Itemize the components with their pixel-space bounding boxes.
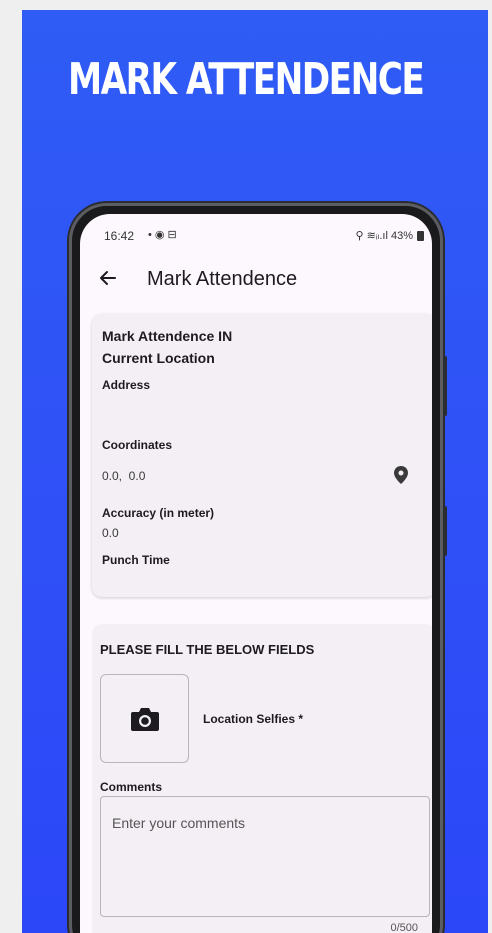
form-heading: PLEASE FILL THE BELOW FIELDS — [100, 642, 315, 657]
selfie-upload-button[interactable] — [100, 674, 189, 763]
app-bar: Mark Attendence — [80, 254, 432, 302]
arrow-left-icon[interactable] — [98, 268, 118, 288]
form-card: PLEASE FILL THE BELOW FIELDS Location Se… — [92, 624, 432, 933]
promo-title: MARK ATTENDENCE — [68, 54, 425, 105]
page-title: Mark Attendence — [147, 268, 298, 290]
status-time: 16:42 — [104, 229, 135, 243]
comments-placeholder: Enter your comments — [112, 815, 246, 831]
coordinates-label: Coordinates — [102, 438, 173, 452]
power-button — [443, 506, 447, 556]
status-signal-text: ⚲ ≋ᵢₗ.ıl 43% — [355, 230, 413, 242]
status-notification-icons: • ◉ ⊟ — [148, 229, 177, 241]
address-label: Address — [102, 378, 151, 392]
battery-icon — [417, 230, 424, 241]
accuracy-label: Accuracy (in meter) — [102, 506, 215, 520]
volume-button — [443, 356, 447, 416]
accuracy-value: 0.0 — [102, 526, 119, 540]
current-location-heading: Current Location — [102, 350, 215, 366]
status-bar: 16:42 • ◉ ⊟ ⚲ ≋ᵢₗ.ıl 43% — [80, 214, 432, 250]
location-card: Mark Attendence IN Current Location Addr… — [92, 314, 432, 597]
status-indicators: ⚲ ≋ᵢₗ.ıl 43% — [355, 229, 424, 242]
comments-label: Comments — [100, 780, 163, 794]
comments-input[interactable]: Enter your comments — [100, 796, 430, 917]
camera-icon — [131, 708, 159, 731]
attendance-heading: Mark Attendence IN — [102, 328, 233, 344]
promo-banner: MARK ATTENDENCE 16:42 • ◉ ⊟ ⚲ ≋ᵢₗ.ıl 43%… — [22, 10, 488, 933]
character-counter: 0/500 — [390, 922, 418, 933]
app-screen: 16:42 • ◉ ⊟ ⚲ ≋ᵢₗ.ıl 43% Mark Attendence… — [80, 214, 432, 933]
selfie-label: Location Selfies * — [203, 712, 304, 726]
phone-frame: 16:42 • ◉ ⊟ ⚲ ≋ᵢₗ.ıl 43% Mark Attendence… — [69, 203, 447, 933]
coordinates-value: 0.0, 0.0 — [102, 469, 146, 483]
map-pin-icon[interactable] — [394, 466, 408, 484]
punch-time-label: Punch Time — [102, 553, 170, 567]
